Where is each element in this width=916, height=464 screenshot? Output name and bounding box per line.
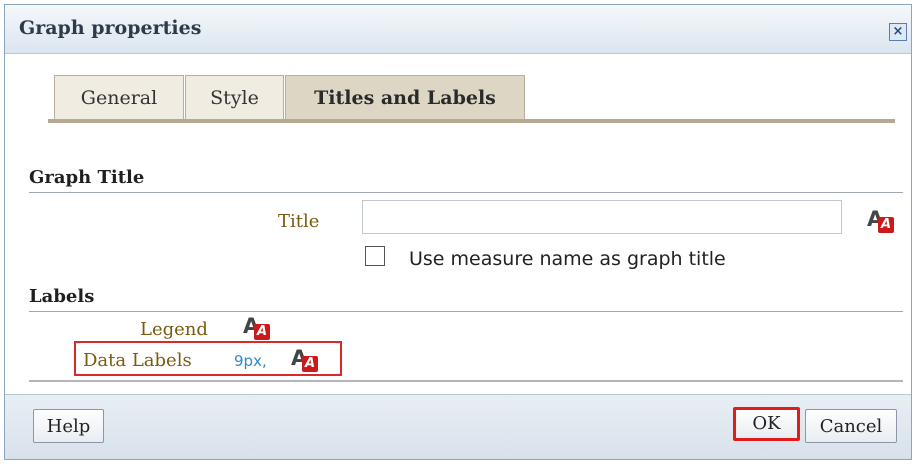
tab-general[interactable]: General (54, 75, 184, 119)
section-labels: Labels (29, 286, 903, 312)
help-button[interactable]: Help (33, 409, 104, 443)
legend-format-icon[interactable]: AA (241, 313, 271, 343)
content-divider (29, 380, 903, 382)
dialog-titlebar: Graph properties × (5, 5, 911, 54)
checkbox-label: Use measure name as graph title (409, 248, 726, 270)
title-format-icon[interactable]: AA (865, 206, 895, 236)
measure-name-checkbox[interactable] (365, 246, 385, 266)
dialog-footer: Help OK Cancel (5, 394, 911, 459)
title-input[interactable] (362, 200, 842, 234)
data-labels-format-icon[interactable]: AA (289, 345, 319, 375)
cancel-button[interactable]: Cancel (805, 409, 897, 443)
data-labels-label: Data Labels (83, 350, 192, 371)
data-labels-value: 9px, (234, 352, 267, 370)
section-graph-title: Graph Title (29, 167, 903, 193)
graph-properties-dialog: Graph properties × General Style Titles … (4, 4, 912, 460)
dialog-title: Graph properties (19, 17, 202, 39)
tab-underline (48, 119, 895, 123)
tab-titles-and-labels[interactable]: Titles and Labels (285, 75, 525, 119)
close-icon[interactable]: × (889, 23, 907, 41)
tab-style[interactable]: Style (185, 75, 284, 119)
ok-button[interactable]: OK (733, 407, 800, 441)
legend-label: Legend (140, 319, 208, 340)
title-label: Title (278, 211, 320, 232)
